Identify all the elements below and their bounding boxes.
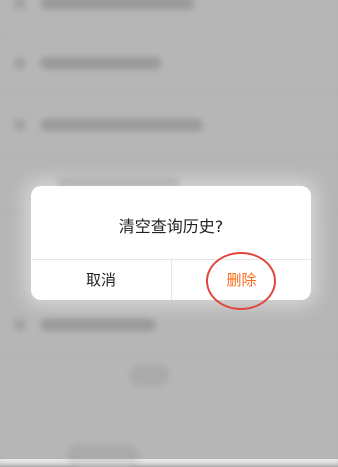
cancel-button[interactable]: 取消 (31, 260, 171, 300)
dialog-title: 清空查询历史? (118, 217, 224, 236)
highlight-circle-annotation (206, 252, 276, 310)
